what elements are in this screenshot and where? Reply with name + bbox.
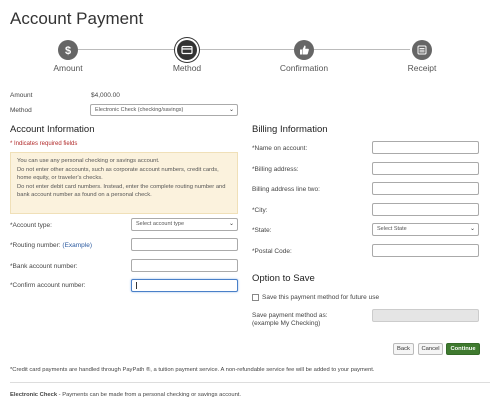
save-as-label: Save payment method as:	[252, 312, 328, 319]
bank-account-input[interactable]	[131, 259, 238, 272]
continue-button[interactable]: Continue	[446, 343, 480, 355]
routing-number-input[interactable]	[131, 238, 238, 251]
save-payment-checkbox-label: Save this payment method for future use	[262, 294, 380, 301]
option-to-save-heading: Option to Save	[252, 273, 315, 284]
chevron-down-icon: ⌄	[228, 221, 234, 227]
payment-method-select[interactable]: Electronic Check (checking/savings) ⌄	[90, 104, 238, 116]
payment-method-value: Electronic Check (checking/savings)	[95, 107, 184, 113]
step-label-confirmation: Confirmation	[279, 63, 329, 73]
save-as-example: (example My Checking)	[252, 320, 321, 327]
state-select[interactable]: Select State ⌄	[372, 223, 479, 236]
state-placeholder: Select State	[377, 226, 407, 232]
notice-line: You can use any personal checking or sav…	[17, 158, 160, 164]
account-type-label: *Account type:	[10, 222, 52, 229]
page-title: Account Payment	[10, 9, 144, 28]
account-info-heading: Account Information	[10, 124, 95, 135]
step-label-receipt: Receipt	[407, 63, 437, 73]
account-type-select[interactable]: Select account type ⌄	[131, 218, 238, 231]
billing-address-label: *Billing address:	[252, 166, 299, 173]
notice-line: Do not enter debit card numbers. Instead…	[17, 184, 226, 198]
footer-divider	[10, 382, 490, 383]
step-connector	[313, 49, 410, 50]
card-icon	[177, 40, 197, 60]
postal-code-input[interactable]	[372, 244, 479, 257]
svg-text:$: $	[65, 45, 71, 56]
bank-account-label: *Bank account number:	[10, 263, 78, 270]
confirm-account-label: *Confirm account number:	[10, 282, 86, 289]
step-connector	[78, 49, 177, 50]
routing-example-link[interactable]: (Example)	[62, 242, 92, 249]
state-label: *State:	[252, 227, 272, 234]
dollar-icon: $	[58, 40, 78, 60]
echeck-title: Electronic Check	[10, 392, 58, 398]
save-as-input[interactable]	[372, 309, 479, 322]
city-input[interactable]	[372, 203, 479, 216]
routing-number-label: *Routing number: (Example)	[10, 242, 92, 249]
chevron-down-icon: ⌄	[469, 226, 475, 232]
step-label-method: Method	[172, 63, 202, 73]
thumbs-up-icon	[294, 40, 314, 60]
billing-address-input[interactable]	[372, 162, 479, 175]
confirm-account-input[interactable]	[131, 279, 238, 292]
amount-value: $4,000.00	[91, 92, 120, 99]
chevron-down-icon: ⌄	[228, 107, 234, 113]
save-payment-checkbox[interactable]	[252, 294, 259, 301]
billing-address2-label: Billing address line two:	[252, 186, 320, 193]
back-button[interactable]: Back	[393, 343, 414, 355]
billing-info-heading: Billing Information	[252, 124, 328, 135]
name-on-account-input[interactable]	[372, 141, 479, 154]
postal-code-label: *Postal Code:	[252, 248, 292, 255]
account-notice: You can use any personal checking or sav…	[10, 152, 238, 214]
credit-card-footnote: *Credit card payments are handled throug…	[10, 367, 375, 373]
account-type-placeholder: Select account type	[136, 221, 185, 227]
required-fields-note: * Indicates required fields	[10, 141, 78, 147]
notice-line: Do not enter other accounts, such as cor…	[17, 167, 219, 181]
method-label: Method	[10, 107, 32, 114]
list-icon	[412, 40, 432, 60]
text-caret	[136, 282, 137, 289]
amount-label: Amount	[10, 92, 33, 99]
echeck-footnote: Electronic Check - Payments can be made …	[10, 392, 490, 398]
step-label-amount: Amount	[53, 63, 83, 73]
billing-address2-input[interactable]	[372, 182, 479, 195]
routing-label-text: *Routing number:	[10, 242, 61, 249]
name-on-account-label: *Name on account:	[252, 145, 308, 152]
cancel-button[interactable]: Cancel	[418, 343, 443, 355]
city-label: *City:	[252, 207, 268, 214]
step-connector	[196, 49, 294, 50]
echeck-text: - Payments can be made from a personal c…	[57, 392, 242, 398]
